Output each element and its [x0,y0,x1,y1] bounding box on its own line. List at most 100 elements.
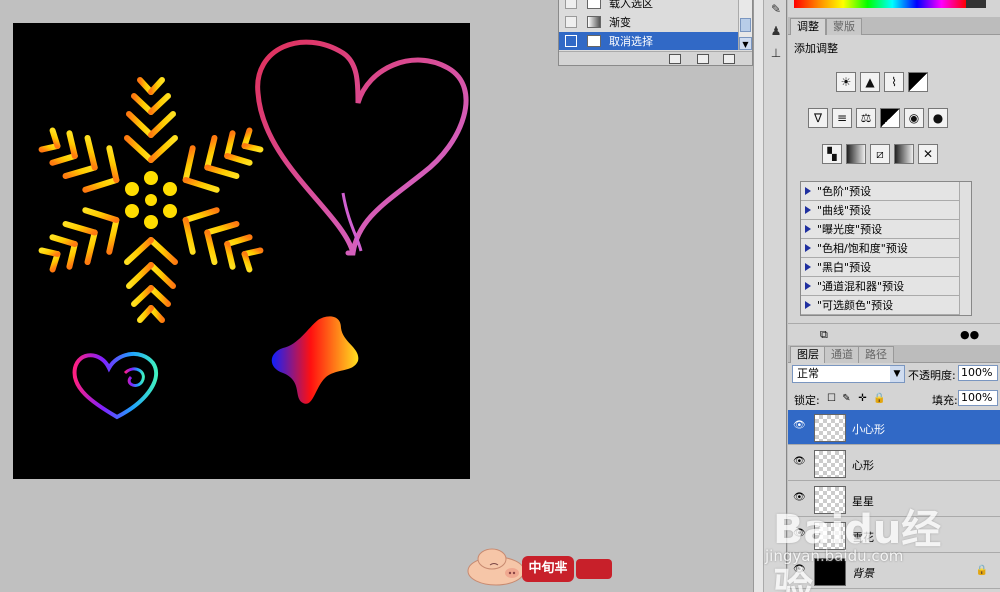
invert-icon[interactable]: ▚ [822,144,842,164]
chevron-down-icon[interactable]: ▼ [890,366,904,382]
scroll-down-arrow-icon[interactable]: ▼ [739,37,752,50]
expand-triangle-icon[interactable] [805,187,811,195]
levels-icon[interactable]: ▲ [860,72,880,92]
preset-curves[interactable]: "曲线"预设 [801,201,971,220]
posterize-icon[interactable] [846,144,866,164]
exposure-icon[interactable] [908,72,928,92]
expand-triangle-icon[interactable] [805,244,811,252]
brightness-contrast-icon[interactable]: ☀ [836,72,856,92]
stamp-tool-icon[interactable]: ⊥ [768,46,784,60]
preset-label: "通道混和器"预设 [817,280,905,293]
clone-source-icon[interactable]: ♟ [768,24,784,38]
canvas-artwork [13,39,469,420]
lock-image-icon[interactable]: ✎ [841,393,852,404]
photo-filter-icon[interactable]: ◉ [904,108,924,128]
document-canvas[interactable] [13,23,470,479]
adjustments-tab-bar: 调整 蒙版 [788,17,1000,35]
tab-masks[interactable]: 蒙版 [826,18,862,35]
add-adjustment-title: 添加调整 [794,42,838,55]
return-to-list-icon[interactable]: ⧉ [820,328,828,342]
black-white-icon[interactable] [880,108,900,128]
history-step-icon [587,35,601,47]
color-balance-icon[interactable]: ⚖ [856,108,876,128]
tab-paths[interactable]: 路径 [858,346,894,363]
preset-selective-color[interactable]: "可选颜色"预设 [801,296,971,315]
expand-triangle-icon[interactable] [805,206,811,214]
preset-scrollbar[interactable] [959,182,971,315]
preset-label: "曝光度"预设 [817,223,883,236]
history-item-label: 渐变 [609,16,631,29]
history-step-icon [587,0,601,9]
workspace [0,0,755,592]
preset-label: "曲线"预设 [817,204,872,217]
visibility-eye-icon[interactable]: 👁 [793,421,806,431]
hue-saturation-icon[interactable]: ≡ [832,108,852,128]
panel-dock-divider[interactable] [753,0,763,592]
new-snapshot-icon[interactable] [697,54,709,64]
gradient-icon [587,16,601,28]
curves-icon[interactable]: ⌇ [884,72,904,92]
layer-row-heart[interactable]: 👁 心形 [788,446,1000,481]
layer-name: 小心形 [852,423,885,436]
layer-name: 心形 [852,459,874,472]
history-item-gradient[interactable]: 渐变 [559,13,739,31]
watermark-logo: Baidu经验 [773,507,942,592]
brush-preset-icon[interactable]: ✎ [768,2,784,16]
expand-triangle-icon[interactable] [805,263,811,271]
snowflake-shape [25,65,278,332]
trash-icon[interactable] [723,54,735,64]
history-item-deselect[interactable]: 取消选择 [559,32,739,50]
baidu-watermark: Baidu经验 jingyan.baidu.com [765,497,965,592]
expand-triangle-icon[interactable] [805,282,811,290]
lock-all-icon[interactable]: 🔒 [873,393,885,404]
opacity-label: 不透明度: [908,369,956,382]
color-spectrum-bar[interactable] [794,0,966,8]
history-footer [559,51,752,65]
blend-mode-select[interactable]: 正常 ▼ [792,365,905,383]
preset-black-white[interactable]: "黑白"预设 [801,258,971,277]
history-checkbox[interactable] [565,0,577,9]
tab-channels[interactable]: 通道 [824,346,860,363]
lock-transparency-icon[interactable]: ☐ [826,393,837,404]
expand-triangle-icon[interactable] [805,225,811,233]
history-checkbox[interactable] [565,35,577,47]
expand-triangle-icon[interactable] [805,301,811,309]
adjustment-row-2: ∇ ≡ ⚖ ◉ ● [808,108,948,128]
layer-thumbnail [814,450,846,478]
selective-color-icon[interactable]: ✕ [918,144,938,164]
new-document-from-state-icon[interactable] [669,54,681,64]
lock-label: 锁定: [794,394,820,407]
color-swatch-dark[interactable] [966,0,986,8]
opacity-input[interactable]: 100% [958,365,998,381]
preset-label: "色相/饱和度"预设 [817,242,908,255]
fill-input[interactable]: 100% [958,390,998,406]
channel-mixer-icon[interactable]: ● [928,108,948,128]
preset-label: "色阶"预设 [817,185,872,198]
gradient-map-icon[interactable] [894,144,914,164]
history-item-label: 载入选区 [609,0,653,10]
history-panel: 载入选区 渐变 取消选择 ▼ [558,0,753,66]
clip-to-layer-icon[interactable]: ●● [960,328,979,341]
adjustment-preset-list: "色阶"预设 "曲线"预设 "曝光度"预设 "色相/饱和度"预设 "黑白"预设 … [800,181,972,316]
preset-hue-saturation[interactable]: "色相/饱和度"预设 [801,239,971,258]
history-checkbox[interactable] [565,16,577,28]
history-scrollbar[interactable]: ▼ [738,0,752,50]
lock-position-icon[interactable]: ✛ [857,393,868,404]
threshold-icon[interactable]: ⧄ [870,144,890,164]
stamp-seal [576,559,612,579]
preset-exposure[interactable]: "曝光度"预设 [801,220,971,239]
vibrance-icon[interactable]: ∇ [808,108,828,128]
preset-label: "可选颜色"预设 [817,299,894,312]
history-item-load-selection[interactable]: 载入选区 [559,0,739,12]
preset-levels[interactable]: "色阶"预设 [801,182,971,201]
preset-label: "黑白"预设 [817,261,872,274]
blend-mode-value: 正常 [797,367,819,380]
layer-thumbnail [814,414,846,442]
fill-label: 填充: [932,394,958,407]
scrollbar-thumb[interactable] [740,18,751,32]
tab-adjustments[interactable]: 调整 [790,18,826,35]
tab-layers[interactable]: 图层 [790,346,826,363]
visibility-eye-icon[interactable]: 👁 [793,457,806,467]
preset-channel-mixer[interactable]: "通道混和器"预设 [801,277,971,296]
layer-row-small-heart[interactable]: 👁 小心形 [788,410,1000,445]
